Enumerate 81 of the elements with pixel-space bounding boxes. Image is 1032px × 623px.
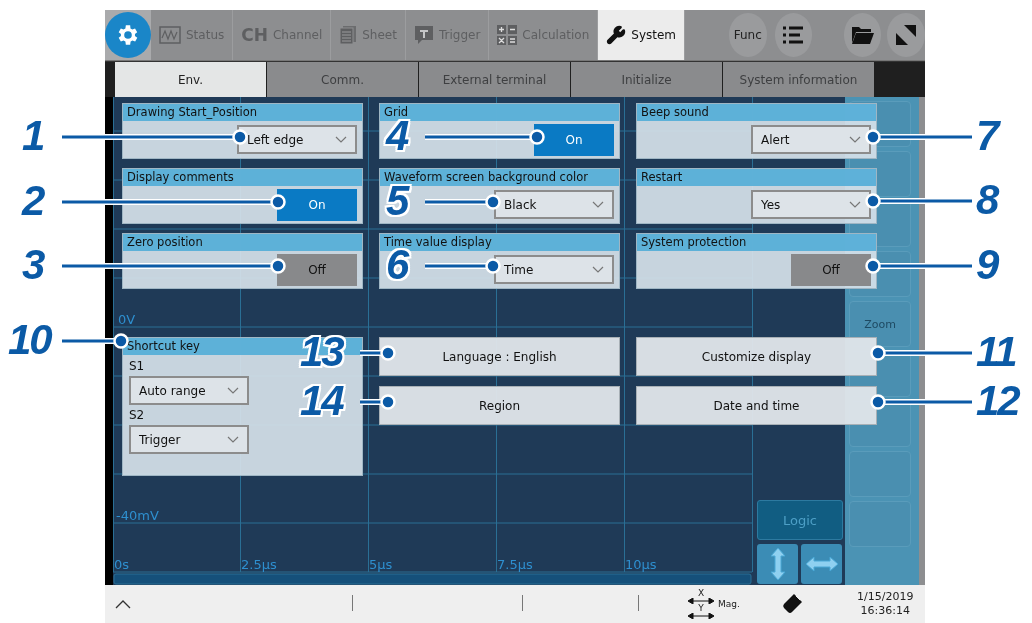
folder-button[interactable] xyxy=(844,13,882,57)
sub-tab[interactable]: Initialize xyxy=(571,62,723,97)
waveform-icon xyxy=(159,26,181,44)
chevron-down-icon xyxy=(849,201,861,208)
double-arrow-icon xyxy=(688,598,714,604)
setting-title: System protection xyxy=(637,234,876,251)
list-button[interactable] xyxy=(774,13,812,57)
callout-number: 14 xyxy=(300,378,343,424)
status-time: 16:36:14 xyxy=(860,604,910,618)
leader-line xyxy=(62,333,129,349)
vertical-arrow-icon xyxy=(769,547,786,581)
top-tab[interactable]: System xyxy=(598,10,686,60)
menu-button[interactable]: Customize display xyxy=(636,337,877,376)
setting-title: Drawing Start_Position xyxy=(123,104,362,121)
axis-label: 0V xyxy=(118,312,136,327)
callout-number: 10 xyxy=(8,317,51,363)
chevron-down-icon xyxy=(849,136,861,143)
list-icon xyxy=(782,26,805,44)
axis-label: 5µs xyxy=(369,557,393,572)
mag-label: Mag. xyxy=(718,599,740,609)
chevron-down-icon xyxy=(592,266,604,273)
chevron-up-icon[interactable] xyxy=(115,599,131,609)
resize-button[interactable] xyxy=(887,13,925,57)
dropdown[interactable]: Time xyxy=(494,255,614,284)
wrench-icon xyxy=(606,25,627,45)
axis-label: 10µs xyxy=(625,557,657,572)
dropdown[interactable]: Alert xyxy=(751,125,871,154)
settings-button[interactable] xyxy=(105,10,151,60)
dropdown[interactable]: Auto range xyxy=(129,376,249,405)
resize-icon xyxy=(894,23,919,47)
setting-title: Beep sound xyxy=(637,104,876,121)
axis-label: -40mV xyxy=(116,508,159,523)
dropdown[interactable]: Black xyxy=(494,190,614,219)
y-label: Y xyxy=(698,604,704,613)
menu-button[interactable]: Date and time xyxy=(636,386,877,425)
key-label: S2 xyxy=(129,408,146,422)
double-arrow-icon xyxy=(688,613,714,619)
callout-number: 9 xyxy=(976,242,998,288)
chevron-down-icon xyxy=(335,136,347,143)
horizontal-arrow-icon xyxy=(804,556,839,572)
callout-number: 8 xyxy=(976,177,998,223)
chevron-down-icon xyxy=(227,436,239,443)
dropdown[interactable]: Left edge xyxy=(237,125,357,154)
calculator-icon xyxy=(497,25,518,45)
status-date: 1/15/2019 xyxy=(857,590,914,604)
toggle-button[interactable]: Off xyxy=(791,253,871,286)
key-label: S1 xyxy=(129,359,146,373)
dropdown[interactable]: Yes xyxy=(751,190,871,219)
axis-label: 2.5µs xyxy=(241,557,277,572)
callout-number: 3 xyxy=(22,242,44,288)
callout-number: 2 xyxy=(22,178,44,224)
axis-label: 0s xyxy=(114,557,130,572)
x-label: X xyxy=(697,589,705,598)
sub-tab[interactable]: Comm. xyxy=(267,62,419,97)
toggle-button[interactable]: On xyxy=(534,123,614,156)
callout-number: 11 xyxy=(976,329,1016,375)
axis-label: 7.5µs xyxy=(497,557,533,572)
leader-line xyxy=(360,394,396,410)
chevron-down-icon xyxy=(592,201,604,208)
usb-drive-icon xyxy=(780,592,804,616)
toggle-button[interactable]: Off xyxy=(277,253,357,286)
callout-number: 1 xyxy=(22,113,44,159)
folder-icon xyxy=(850,25,875,45)
callout-number: 12 xyxy=(976,378,1019,424)
dropdown[interactable]: Trigger xyxy=(129,425,249,454)
setting-title: Restart xyxy=(637,169,876,186)
scroll-bar[interactable] xyxy=(113,573,752,585)
setting-title: Zero position xyxy=(123,234,362,251)
func-button[interactable]: Func xyxy=(729,13,767,57)
sub-tab[interactable]: Env. xyxy=(115,62,267,97)
sub-tab[interactable]: System information xyxy=(723,62,875,97)
setting-title: Display comments xyxy=(123,169,362,186)
leader-line xyxy=(360,345,396,361)
document-icon xyxy=(339,25,358,45)
sub-tab[interactable]: External terminal xyxy=(419,62,571,97)
menu-button[interactable]: Language : English xyxy=(379,337,620,376)
chevron-down-icon xyxy=(227,387,239,394)
side-button[interactable]: Zoom xyxy=(849,301,911,347)
toggle-button[interactable]: On xyxy=(277,188,357,221)
trigger-icon xyxy=(413,25,434,45)
menu-button[interactable]: Region xyxy=(379,386,620,425)
